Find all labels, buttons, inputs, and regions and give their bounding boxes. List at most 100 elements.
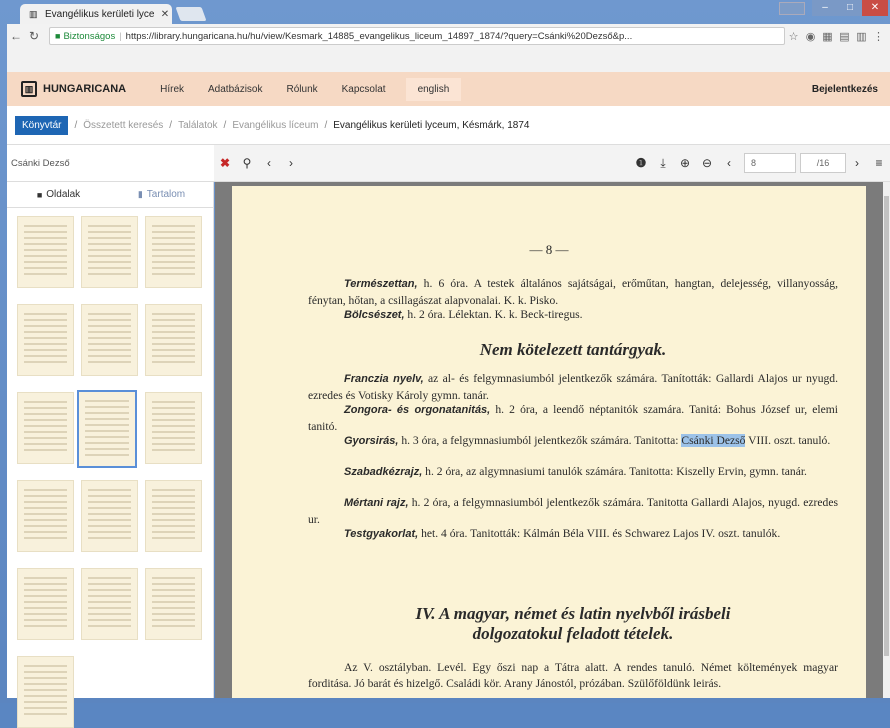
nav-kapcsolat[interactable]: Kapcsolat <box>342 84 386 95</box>
menu-icon[interactable]: ≡ <box>868 156 890 170</box>
tab-title: Evangélikus kerületi lyce <box>45 8 155 20</box>
tab-pages-label: Oldalak <box>46 189 81 200</box>
subject-label: Bölcsészet, <box>344 309 405 321</box>
extension-icon[interactable]: ▦ <box>819 30 836 43</box>
search-input[interactable]: Csánki Dezső <box>7 145 214 181</box>
login-link[interactable]: Bejelentkezés <box>812 84 878 95</box>
section-heading: IV. A magyar, német és latin nyelvből ir… <box>415 604 731 623</box>
paragraph: Gyorsirás, h. 3 óra, a felgymnasiumból j… <box>308 433 838 450</box>
site-logo[interactable]: ▥ HUNGARICANA <box>21 81 126 97</box>
breadcrumb-item[interactable]: Találatok <box>178 120 217 131</box>
page-total: /16 <box>800 153 846 173</box>
subject-label: Szabadkézrajz, <box>344 466 423 478</box>
nav-hirek[interactable]: Hírek <box>160 84 184 95</box>
page-thumbnail[interactable] <box>81 480 138 552</box>
paragraph: Bölcsészet, h. 2 óra. Lélektan. K. k. Be… <box>308 307 838 324</box>
search-icon[interactable]: ⚲ <box>236 156 258 170</box>
close-window-button[interactable]: ✕ <box>862 0 888 16</box>
brand-name: HUNGARICANA <box>43 83 127 95</box>
extension-icon-2[interactable]: ▤ <box>836 30 853 43</box>
back-arrow-icon[interactable]: ← <box>7 29 25 43</box>
page-thumbnail[interactable] <box>17 392 74 464</box>
page-number: — 8 — <box>529 242 569 257</box>
zoom-in-icon[interactable]: ⊕ <box>674 156 696 170</box>
page-thumbnail[interactable] <box>17 656 74 728</box>
site-header: ▥ HUNGARICANA Hírek Adatbázisok Rólunk K… <box>7 72 890 106</box>
secure-label: Biztonságos <box>63 30 116 42</box>
bookmark-icon: ▮ <box>137 189 143 199</box>
nav-adatbazisok[interactable]: Adatbázisok <box>208 84 262 95</box>
page-thumbnail[interactable] <box>145 304 202 376</box>
section-heading: Nem kötelezett tantárgyak. <box>479 340 667 359</box>
profile-button[interactable] <box>779 2 805 15</box>
zoom-out-icon[interactable]: ⊖ <box>696 156 718 170</box>
breadcrumb-current: Evangélikus kerületi lyceum, Késmárk, 18… <box>333 119 530 131</box>
address-bar[interactable]: ■ Biztonságos | https://library.hungaric… <box>49 27 785 45</box>
paragraph: Zongora- és orgonatanitás, h. 2 óra, a l… <box>308 402 838 434</box>
extension-icon-3[interactable]: ▥ <box>853 30 870 43</box>
nav-rolunk[interactable]: Rólunk <box>287 84 318 95</box>
hungaricana-logo-icon: ▥ <box>21 81 37 97</box>
paragraph-text: h. 3 óra, a felgymnasiumból jelentkezők … <box>398 434 679 447</box>
breadcrumb-separator: / <box>169 119 173 131</box>
breadcrumb-item[interactable]: Evangélikus líceum <box>232 120 318 131</box>
subject-label: Természettan, <box>344 278 418 290</box>
maximize-button[interactable]: □ <box>838 0 862 16</box>
download-icon[interactable]: ⤓ <box>652 156 674 171</box>
page-thumbnail[interactable] <box>145 568 202 640</box>
tab-close-icon[interactable]: ✕ <box>158 9 172 20</box>
page-thumbnail[interactable] <box>17 480 74 552</box>
toolbar-spacer <box>7 48 890 72</box>
browser-tab[interactable]: ▥ Evangélikus kerületi lyce ✕ <box>20 4 172 24</box>
previous-hit-icon[interactable]: ‹ <box>258 156 280 170</box>
paragraph-text: het. 4 óra. Tanitották: Kálmán Béla VIII… <box>418 527 781 540</box>
subject-label: Franczia nyelv, <box>344 373 424 385</box>
page-thumbnail[interactable] <box>81 216 138 288</box>
lock-icon: ■ <box>55 31 61 41</box>
camera-extension-icon[interactable]: ◉ <box>802 30 819 43</box>
document-viewer[interactable]: — 8 — Természettan, h. 6 óra. A testek á… <box>215 182 883 698</box>
star-icon[interactable]: ☆ <box>785 30 802 43</box>
language-switch[interactable]: english <box>405 77 462 101</box>
next-hit-icon[interactable]: › <box>280 156 302 170</box>
pages-icon: ■ <box>36 189 43 200</box>
page-thumbnail-selected[interactable] <box>77 390 137 468</box>
breadcrumb-separator: / <box>74 119 78 131</box>
section-heading: dolgozatokul feladott tételek. <box>472 624 674 643</box>
page-thumbnail[interactable] <box>17 304 74 376</box>
paragraph: Természettan, h. 6 óra. A testek általán… <box>308 276 838 308</box>
tab-contents-label: Tartalom <box>146 189 186 200</box>
viewer-toolbar: Csánki Dezső ✖ ⚲ ‹ › ❶ ⤓ ⊕ ⊖ ‹ 8 /16 › ≡ <box>7 144 890 182</box>
next-page-icon[interactable]: › <box>846 156 868 170</box>
reload-icon[interactable]: ↻ <box>25 29 43 43</box>
breadcrumb-separator: / <box>324 119 328 131</box>
vertical-scrollbar[interactable] <box>883 182 890 698</box>
minimize-button[interactable]: – <box>812 0 838 16</box>
new-tab-button[interactable] <box>175 7 207 21</box>
paragraph-text: h. 2 óra, az algymnasiumi tanulók számár… <box>422 465 807 478</box>
scrollbar-thumb[interactable] <box>884 196 889 656</box>
page-thumbnail[interactable] <box>145 392 202 464</box>
tab-contents[interactable]: ▮ Tartalom <box>110 189 213 200</box>
page-thumbnail[interactable] <box>17 568 74 640</box>
site-favicon-icon: ▥ <box>29 8 38 19</box>
page-thumbnail[interactable] <box>145 216 202 288</box>
breadcrumb-item[interactable]: Összetett keresés <box>83 120 163 131</box>
menu-dots-icon[interactable]: ⋮ <box>870 30 887 43</box>
page-thumbnail[interactable] <box>81 304 138 376</box>
page-thumbnail[interactable] <box>81 568 138 640</box>
clear-search-icon[interactable]: ✖ <box>214 156 236 170</box>
thumbnail-sidebar: ■ Oldalak ▮ Tartalom <box>7 182 214 728</box>
breadcrumb-root[interactable]: Könyvtár <box>15 115 69 135</box>
previous-page-icon[interactable]: ‹ <box>718 156 740 170</box>
tab-pages[interactable]: ■ Oldalak <box>7 189 110 200</box>
breadcrumb-separator: / <box>223 119 227 131</box>
page-number-input[interactable]: 8 <box>744 153 796 173</box>
thumbnail-list <box>7 208 213 728</box>
page-thumbnail[interactable] <box>145 480 202 552</box>
paragraph: Testgyakorlat, het. 4 óra. Tanitották: K… <box>308 526 838 543</box>
page-thumbnail[interactable] <box>17 216 74 288</box>
url-text: https://library.hungaricana.hu/hu/view/K… <box>125 30 633 42</box>
browser-window: ▥ Evangélikus kerületi lyce ✕ – □ ✕ ← ↻ … <box>0 0 890 728</box>
info-icon[interactable]: ❶ <box>630 156 652 170</box>
